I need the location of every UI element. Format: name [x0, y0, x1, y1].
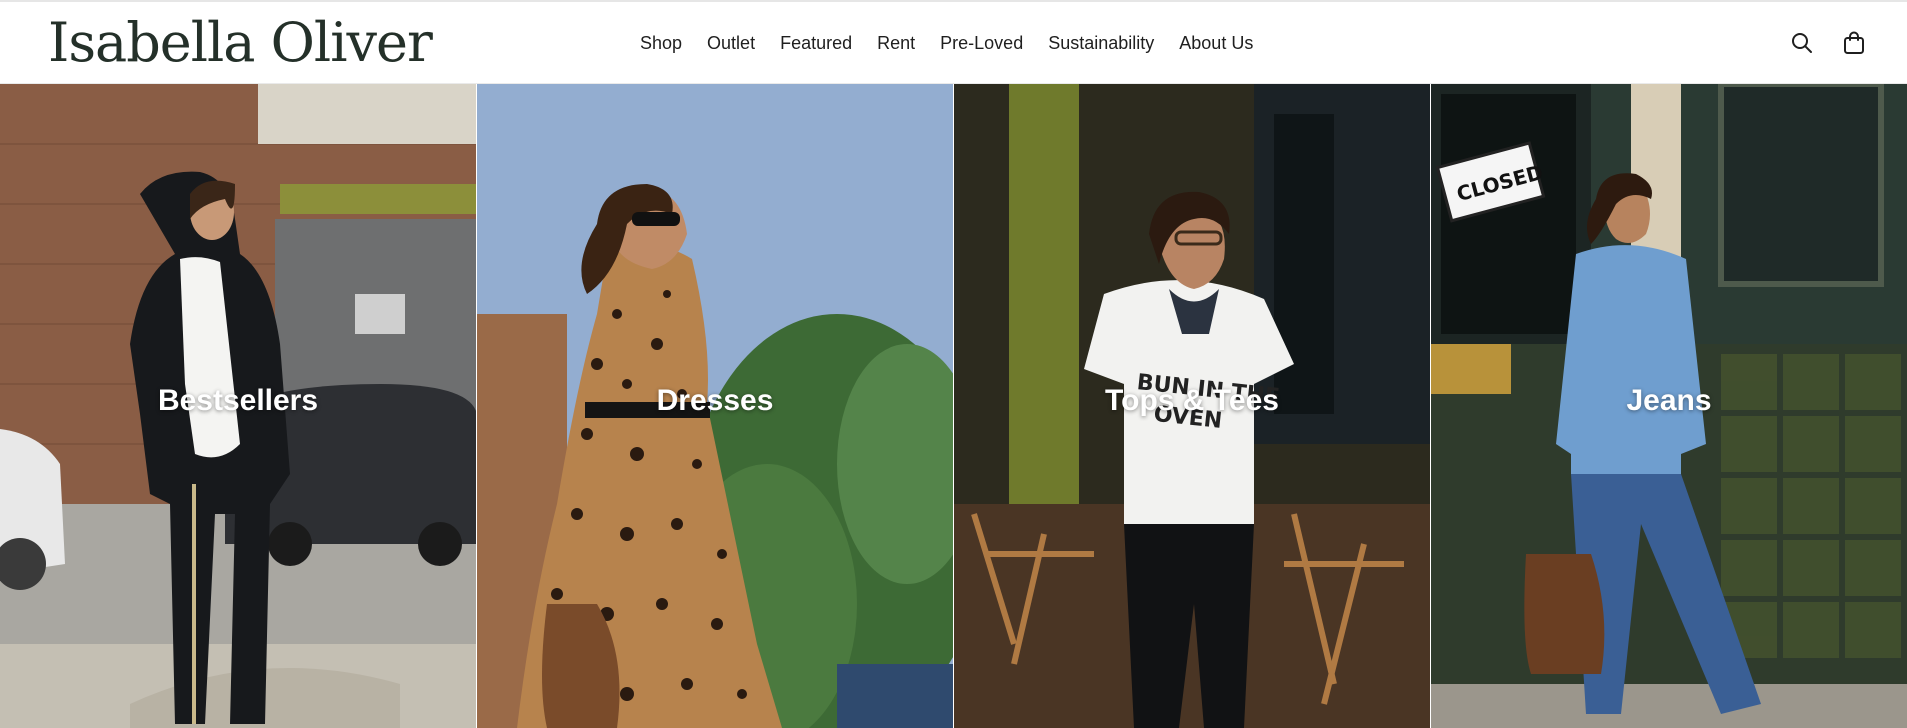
- tile-bestsellers-label: Bestsellers: [157, 384, 319, 417]
- nav-item-shop[interactable]: Shop: [640, 33, 682, 54]
- site-header: Isabella Oliver Shop Outlet Featured Ren…: [0, 2, 1907, 84]
- nav-item-sustainability[interactable]: Sustainability: [1048, 33, 1154, 54]
- main-nav: Shop Outlet Featured Rent Pre-Loved Sust…: [640, 2, 1253, 84]
- header-actions: [1789, 2, 1867, 84]
- tile-tops-and-tees-label: Tops & Tees: [1105, 384, 1279, 417]
- tile-jeans-label: Jeans: [1626, 384, 1712, 417]
- nav-item-pre-loved[interactable]: Pre-Loved: [940, 33, 1023, 54]
- search-icon[interactable]: [1789, 30, 1815, 56]
- tile-tops-and-tees[interactable]: BUN IN THE OVEN Tops & Tees: [954, 84, 1431, 728]
- category-tiles: Bestsellers Dresses BUN IN THE OVEN Tops…: [0, 84, 1907, 728]
- nav-item-rent[interactable]: Rent: [877, 33, 915, 54]
- nav-item-about-us[interactable]: About Us: [1179, 33, 1253, 54]
- tile-jeans[interactable]: CLOSED Jeans: [1431, 84, 1907, 728]
- shopping-bag-icon[interactable]: [1841, 30, 1867, 56]
- tile-bestsellers[interactable]: Bestsellers: [0, 84, 477, 728]
- tile-dresses-label: Dresses: [656, 384, 774, 417]
- nav-item-outlet[interactable]: Outlet: [707, 33, 755, 54]
- tile-dresses[interactable]: Dresses: [477, 84, 954, 728]
- nav-item-featured[interactable]: Featured: [780, 33, 852, 54]
- brand-logo[interactable]: Isabella Oliver: [48, 12, 433, 74]
